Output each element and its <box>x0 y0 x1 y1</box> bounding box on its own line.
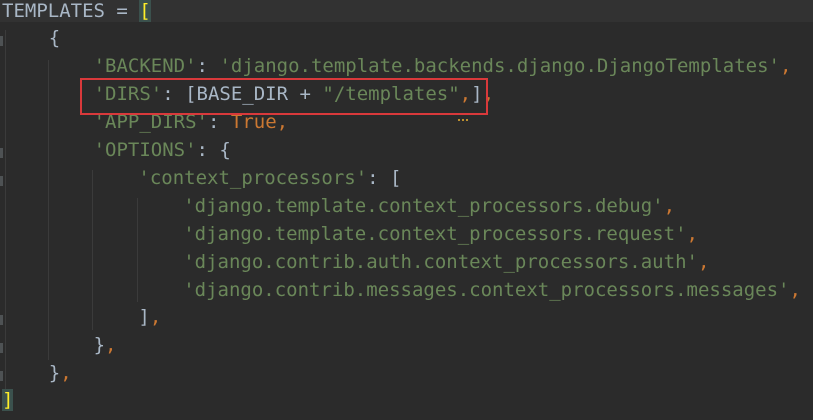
fold-marker-icon[interactable] <box>0 36 3 46</box>
code-line[interactable]: 'django.contrib.auth.context_processors.… <box>183 248 709 276</box>
indent-guide <box>137 198 138 302</box>
code-token: 'django.template.context_processors.requ… <box>183 223 687 245</box>
code-token: , <box>697 251 710 273</box>
code-token: , <box>686 223 698 245</box>
fold-marker-icon[interactable] <box>0 371 3 381</box>
code-token: [ <box>139 0 151 22</box>
code-token: } <box>93 334 106 356</box>
code-token: 'OPTIONS' <box>93 139 197 161</box>
code-token: TEMPLATES <box>2 0 105 22</box>
indent-guide <box>48 60 49 360</box>
code-token: , <box>105 334 117 356</box>
code-token: 'django.contrib.auth.context_processors.… <box>183 251 698 273</box>
code-line[interactable]: 'OPTIONS': { <box>94 136 231 164</box>
code-token: : [ <box>367 167 402 189</box>
indent-guide <box>92 170 93 330</box>
fold-marker-icon[interactable] <box>0 148 3 158</box>
code-line[interactable]: ], <box>138 303 161 331</box>
code-token: 'django.template.context_processors.debu… <box>183 195 664 217</box>
code-line[interactable]: ] <box>2 386 14 414</box>
code-editor[interactable]: TEMPLATES = [{'BACKEND': 'django.templat… <box>0 0 813 420</box>
code-token: ] <box>138 306 150 328</box>
code-token: , <box>789 279 801 301</box>
fold-marker-icon[interactable] <box>0 315 3 325</box>
fold-marker-icon[interactable] <box>0 176 3 186</box>
code-line[interactable]: TEMPLATES = [ <box>2 0 151 25</box>
code-token: : <box>196 55 220 77</box>
code-line[interactable]: 'django.template.context_processors.requ… <box>183 220 698 248</box>
code-token: , <box>149 306 162 328</box>
code-token: ] <box>2 389 14 411</box>
code-line[interactable]: }, <box>49 359 72 387</box>
code-token: 'django.contrib.messages.context_process… <box>183 279 790 301</box>
code-token: 'django.template.backends.django.DjangoT… <box>219 55 780 77</box>
fold-marker-icon[interactable] <box>0 343 3 353</box>
code-token: , <box>663 195 676 217</box>
annotation-highlight-box <box>80 78 488 115</box>
indent-guide <box>5 30 6 390</box>
code-token: , <box>60 362 72 384</box>
code-token: 'context_processors' <box>138 167 368 189</box>
code-token: { <box>48 27 61 49</box>
code-token: : { <box>196 139 231 161</box>
code-token: 'BACKEND' <box>93 55 197 77</box>
code-line[interactable]: 'django.contrib.messages.context_process… <box>183 276 801 304</box>
code-line[interactable]: 'context_processors': [ <box>138 164 401 192</box>
code-token: = <box>104 0 140 22</box>
code-line[interactable]: }, <box>94 331 117 359</box>
code-line[interactable]: 'BACKEND': 'django.template.backends.dja… <box>94 52 792 80</box>
code-token: , <box>779 55 792 77</box>
code-token: } <box>48 362 61 384</box>
code-line[interactable]: { <box>49 24 60 52</box>
code-line[interactable]: 'django.template.context_processors.debu… <box>183 192 675 220</box>
